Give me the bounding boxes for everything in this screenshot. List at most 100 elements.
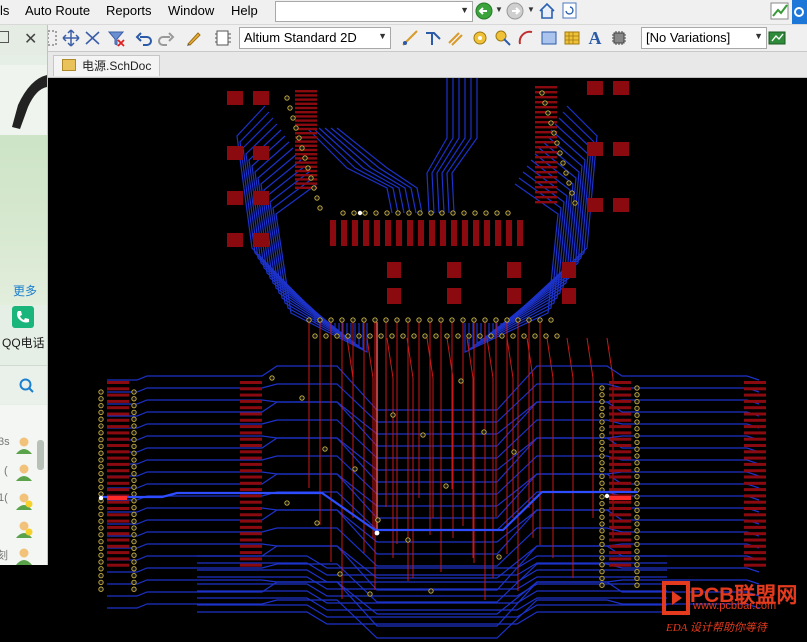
pad	[295, 178, 317, 181]
pad	[744, 475, 766, 479]
chevron-down-icon[interactable]: ▼	[527, 5, 535, 14]
home-icon[interactable]	[538, 2, 556, 20]
friend-avatar-icon[interactable]	[14, 435, 34, 455]
via	[634, 514, 640, 520]
via	[311, 185, 317, 191]
via	[420, 432, 426, 438]
chart-icon[interactable]	[770, 1, 790, 21]
menu-item-reports[interactable]: Reports	[106, 3, 152, 18]
menu-item-help[interactable]: Help	[231, 3, 258, 18]
via	[599, 494, 605, 500]
pad	[535, 136, 557, 139]
pen-edit-icon[interactable]	[185, 29, 203, 47]
close-icon[interactable]: ✕	[24, 29, 37, 49]
pad	[295, 169, 317, 173]
via	[599, 432, 605, 439]
pad	[609, 418, 631, 422]
pcb-drawing[interactable]	[47, 78, 807, 639]
clear-filter-icon[interactable]	[107, 29, 125, 47]
menu-item-tools[interactable]: ls	[0, 3, 9, 18]
pad	[744, 488, 766, 492]
pad	[535, 116, 557, 119]
chip-icon[interactable]	[610, 29, 628, 47]
redo-icon[interactable]	[157, 29, 175, 47]
pad	[562, 288, 576, 304]
pad	[107, 418, 129, 422]
tab-label: 电源.SchDoc	[82, 59, 152, 73]
tab-schdoc[interactable]: 电源.SchDoc	[53, 55, 161, 76]
pad	[535, 191, 557, 194]
phone-button[interactable]	[12, 306, 34, 328]
pad	[535, 201, 557, 204]
pad	[744, 557, 766, 561]
via	[302, 155, 308, 161]
refresh-icon[interactable]	[562, 2, 578, 20]
pad	[535, 156, 557, 159]
pad-icon[interactable]	[471, 29, 489, 47]
forward-icon[interactable]	[506, 2, 526, 22]
pad	[506, 220, 512, 246]
pad	[609, 462, 631, 466]
pad	[609, 481, 631, 485]
cross-select-icon[interactable]	[84, 29, 102, 47]
move-icon[interactable]	[62, 29, 80, 47]
diff-pair-icon[interactable]	[447, 29, 465, 47]
via	[351, 210, 357, 216]
component-icon[interactable]	[214, 29, 232, 47]
pad	[609, 469, 631, 473]
via	[339, 317, 345, 323]
via	[345, 333, 351, 339]
menu-item-auto-route[interactable]: Auto Route	[25, 3, 90, 18]
via	[433, 333, 439, 339]
headphone-icon	[12, 75, 47, 129]
friend-avatar-icon[interactable]	[14, 491, 34, 511]
undo-icon[interactable]	[135, 29, 153, 47]
board-view-icon[interactable]	[768, 29, 786, 47]
pad	[535, 121, 557, 124]
more-link[interactable]: 更多	[13, 282, 37, 299]
pad	[240, 450, 262, 454]
route-track-icon[interactable]	[401, 29, 419, 47]
pcb-canvas[interactable]	[47, 78, 807, 639]
via	[444, 333, 450, 339]
via	[634, 439, 640, 446]
select-rect-icon[interactable]	[47, 29, 57, 47]
friend-avatar-icon[interactable]	[14, 519, 34, 539]
via	[131, 579, 137, 586]
pad	[744, 519, 766, 523]
qq-scrollbar-thumb[interactable]	[37, 440, 44, 470]
pad	[240, 488, 262, 492]
view-mode-select[interactable]: Altium Standard 2D ▼	[239, 27, 391, 49]
pad	[107, 412, 129, 416]
via-icon[interactable]	[494, 29, 512, 47]
pad	[744, 393, 766, 397]
qq-search-bar[interactable]	[0, 365, 47, 404]
text-string-icon[interactable]: A	[586, 29, 604, 47]
pad	[744, 507, 766, 510]
via	[131, 566, 137, 572]
variations-select[interactable]: [No Variations] ▼	[641, 27, 767, 49]
friend-avatar-icon[interactable]	[14, 546, 34, 565]
via	[545, 110, 551, 116]
via	[634, 385, 640, 391]
chevron-down-icon[interactable]: ▼	[495, 5, 503, 14]
via	[305, 165, 311, 171]
friend-avatar-icon[interactable]	[14, 462, 34, 482]
via	[554, 140, 560, 146]
polygon-pour-icon[interactable]	[563, 29, 581, 47]
menu-item-window[interactable]: Window	[168, 3, 214, 18]
panel-toggle-button[interactable]	[792, 0, 807, 24]
via	[98, 525, 104, 531]
address-combo[interactable]: ▼	[275, 1, 473, 22]
arc-icon[interactable]	[517, 29, 535, 47]
bottom-track	[336, 127, 423, 214]
via	[299, 395, 305, 401]
fill-rect-icon[interactable]	[540, 29, 558, 47]
via	[98, 484, 104, 490]
back-icon[interactable]	[475, 2, 495, 22]
via	[599, 575, 605, 582]
pad	[227, 91, 243, 105]
maximize-icon[interactable]	[0, 31, 9, 43]
pad	[418, 220, 424, 246]
interactive-route-icon[interactable]	[424, 29, 442, 47]
